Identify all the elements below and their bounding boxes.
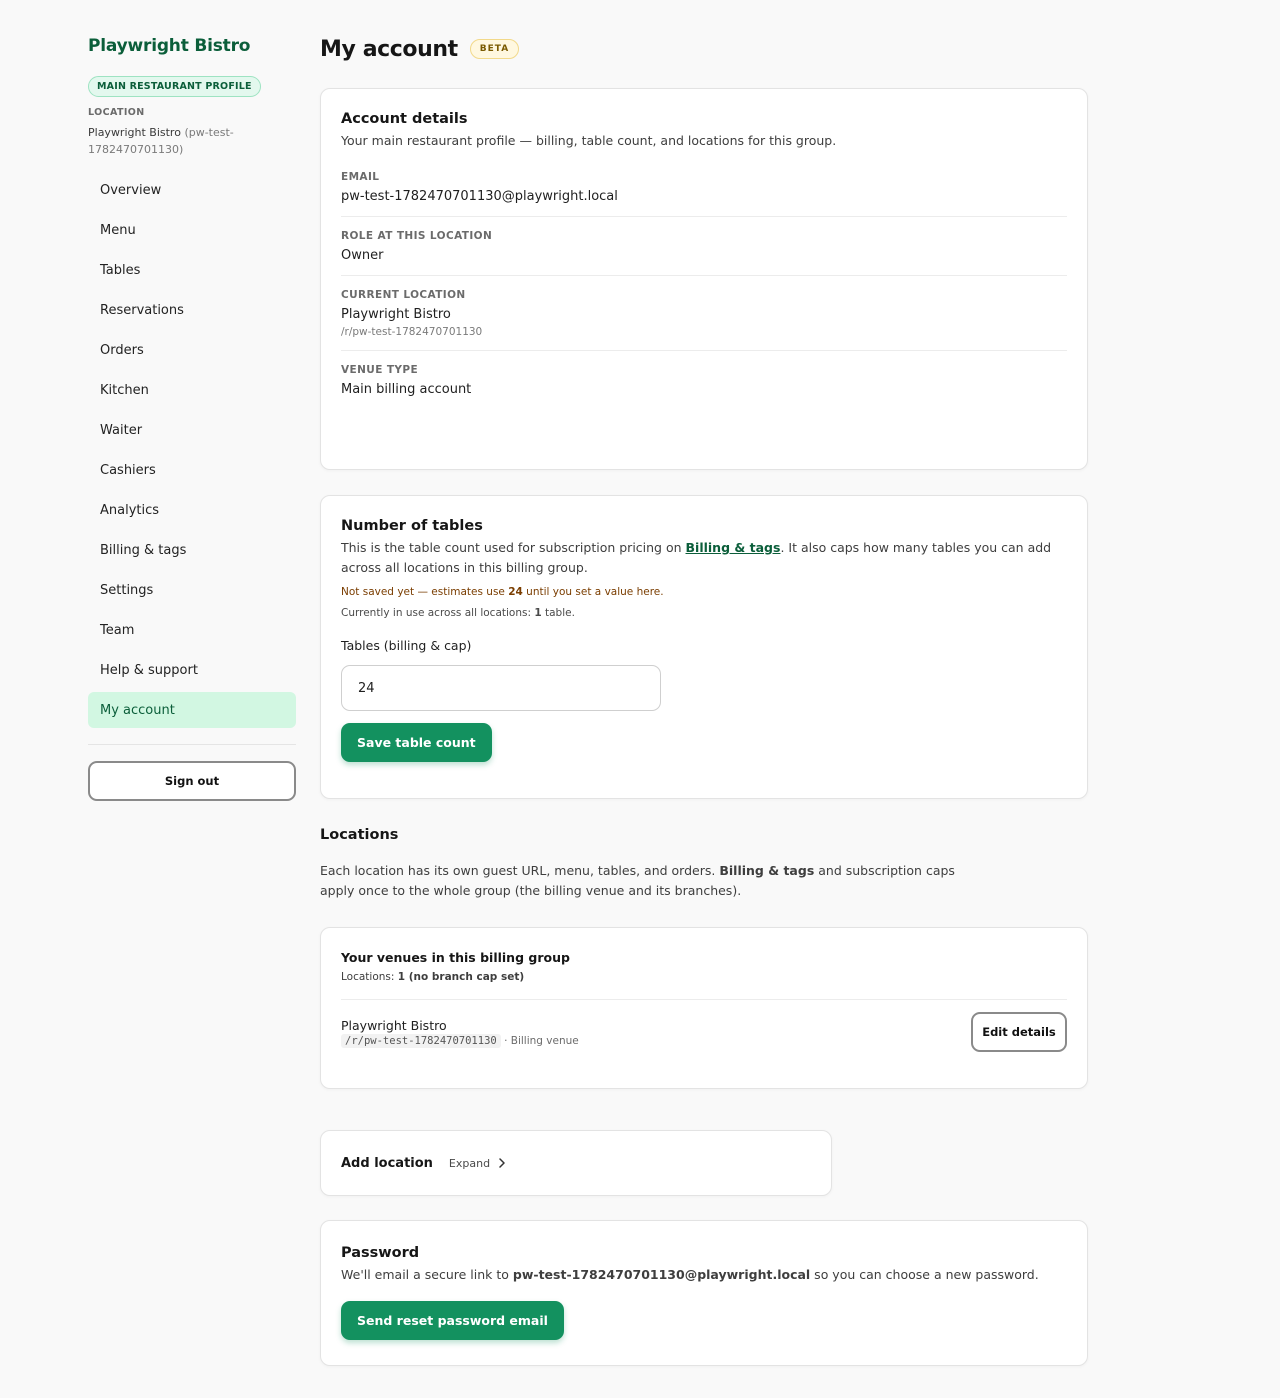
expand-toggle[interactable]: Expand [449, 1157, 490, 1170]
divider [341, 350, 1067, 351]
main-content: My account BETA Account details Your mai… [320, 34, 1088, 1366]
chevron-right-icon [499, 1158, 505, 1168]
account-details-title: Account details [341, 111, 468, 127]
warning-text: Not saved yet — estimates use [341, 586, 509, 598]
locations-count-label: Locations: [341, 971, 398, 983]
tables-count-input[interactable]: 24 [341, 665, 661, 711]
email-label: EMAIL [341, 171, 380, 183]
venues-group-title: Your venues in this billing group [341, 950, 570, 965]
venue-type-field-group: VENUE TYPE Main billing account [341, 364, 1067, 397]
email-field-group: EMAIL pw-test-1782470701130@playwright.l… [341, 171, 1067, 204]
page-title: My account [320, 36, 458, 62]
current-location-label: CURRENT LOCATION [341, 289, 466, 301]
password-desc-text: We'll email a secure link to [341, 1267, 513, 1282]
locations-desc-bold: Billing & tags [719, 863, 815, 878]
add-location-title: Add location [341, 1155, 433, 1171]
usage-note: Currently in use across all locations: 1… [341, 607, 1067, 619]
current-location-value: Playwright Bistro [341, 307, 451, 322]
divider [341, 275, 1067, 276]
venue-type: · Billing venue [504, 1034, 579, 1047]
tables-title: Number of tables [341, 518, 483, 534]
location-label: LOCATION [88, 107, 145, 118]
sidebar-item-overview[interactable]: Overview [88, 172, 296, 208]
sidebar-item-settings[interactable]: Settings [88, 572, 296, 608]
sidebar-item-my-account[interactable]: My account [88, 692, 296, 728]
warning-value: 24 [508, 586, 523, 598]
locations-title: Locations [320, 827, 399, 843]
usage-text-cont: table. [541, 607, 575, 619]
locations-desc-text: Each location has its own guest URL, men… [320, 863, 720, 878]
profile-badge: MAIN RESTAURANT PROFILE [88, 76, 261, 97]
add-location-card[interactable]: Add location Expand [320, 1130, 832, 1196]
locations-count: Locations: 1 (no branch cap set) [341, 971, 1067, 983]
current-location-path: /r/pw-test-1782470701130 [341, 326, 483, 338]
sidebar-nav: Overview Menu Tables Reservations Orders… [88, 172, 296, 728]
password-title: Password [341, 1245, 420, 1261]
save-table-count-button[interactable]: Save table count [341, 723, 492, 762]
sidebar-item-tables[interactable]: Tables [88, 252, 296, 288]
brand-name: Playwright Bistro [88, 36, 251, 56]
tables-input-label: Tables (billing & cap) [341, 638, 472, 653]
sidebar-item-cashiers[interactable]: Cashiers [88, 452, 296, 488]
location-slug-cont: 1782470701130) [88, 143, 184, 156]
locations-section-header: Locations Each location has its own gues… [320, 827, 1088, 901]
location-name: Playwright Bistro [88, 126, 181, 139]
email-value: pw-test-1782470701130@playwright.local [341, 189, 618, 204]
venue-name: Playwright Bistro [341, 1017, 447, 1033]
location-slug: (pw-test- [184, 126, 234, 139]
locations-description: Each location has its own guest URL, men… [320, 861, 980, 901]
tables-description: This is the table count used for subscri… [341, 538, 1067, 578]
account-details-card: Account details Your main restaurant pro… [320, 88, 1088, 470]
sidebar: Playwright Bistro MAIN RESTAURANT PROFIL… [88, 36, 296, 801]
password-description: We'll email a secure link to pw-test-178… [341, 1265, 1067, 1285]
venue-type-label: VENUE TYPE [341, 364, 419, 376]
sidebar-item-kitchen[interactable]: Kitchen [88, 372, 296, 408]
venues-card: Your venues in this billing group Locati… [320, 927, 1088, 1089]
account-details-subtitle: Your main restaurant profile — billing, … [341, 133, 837, 148]
locations-count-value: 1 (no branch cap set) [397, 971, 525, 983]
sidebar-item-team[interactable]: Team [88, 612, 296, 648]
sidebar-item-orders[interactable]: Orders [88, 332, 296, 368]
warning-text-cont: until you set a value here. [522, 586, 664, 598]
sidebar-divider [88, 744, 296, 745]
divider [341, 216, 1067, 217]
password-card: Password We'll email a secure link to pw… [320, 1220, 1088, 1366]
role-label: ROLE AT THIS LOCATION [341, 230, 493, 242]
current-location-field-group: CURRENT LOCATION Playwright Bistro /r/pw… [341, 289, 1067, 338]
venue-info: Playwright Bistro /r/pw-test-17824707011… [341, 1017, 579, 1048]
sign-out-button[interactable]: Sign out [88, 761, 296, 801]
venue-type-value: Main billing account [341, 382, 472, 397]
usage-text: Currently in use across all locations: [341, 607, 535, 619]
sidebar-item-billing-tags[interactable]: Billing & tags [88, 532, 296, 568]
divider [341, 999, 1067, 1000]
page-header: My account BETA [320, 34, 1088, 64]
venue-path: /r/pw-test-1782470701130 [341, 1033, 501, 1048]
role-field-group: ROLE AT THIS LOCATION Owner [341, 230, 1067, 263]
password-desc-text-cont: so you can choose a new password. [810, 1267, 1039, 1282]
not-saved-warning: Not saved yet — estimates use 24 until y… [341, 586, 1067, 598]
venue-meta: /r/pw-test-1782470701130 · Billing venue [341, 1033, 579, 1048]
billing-tags-link[interactable]: Billing & tags [686, 540, 781, 555]
send-reset-password-button[interactable]: Send reset password email [341, 1301, 564, 1340]
sidebar-item-reservations[interactable]: Reservations [88, 292, 296, 328]
role-value: Owner [341, 248, 384, 263]
tables-card: Number of tables This is the table count… [320, 495, 1088, 799]
edit-details-button[interactable]: Edit details [971, 1012, 1067, 1052]
sidebar-item-menu[interactable]: Menu [88, 212, 296, 248]
sidebar-item-waiter[interactable]: Waiter [88, 412, 296, 448]
beta-badge: BETA [469, 39, 520, 59]
venue-row: Playwright Bistro /r/pw-test-17824707011… [341, 1012, 1067, 1052]
tables-desc-text: This is the table count used for subscri… [341, 540, 686, 555]
sidebar-item-analytics[interactable]: Analytics [88, 492, 296, 528]
password-email: pw-test-1782470701130@playwright.local [512, 1267, 811, 1282]
usage-value: 1 [534, 607, 542, 619]
sidebar-item-help-support[interactable]: Help & support [88, 652, 296, 688]
location-value: Playwright Bistro (pw-test- 178247070113… [88, 124, 296, 158]
